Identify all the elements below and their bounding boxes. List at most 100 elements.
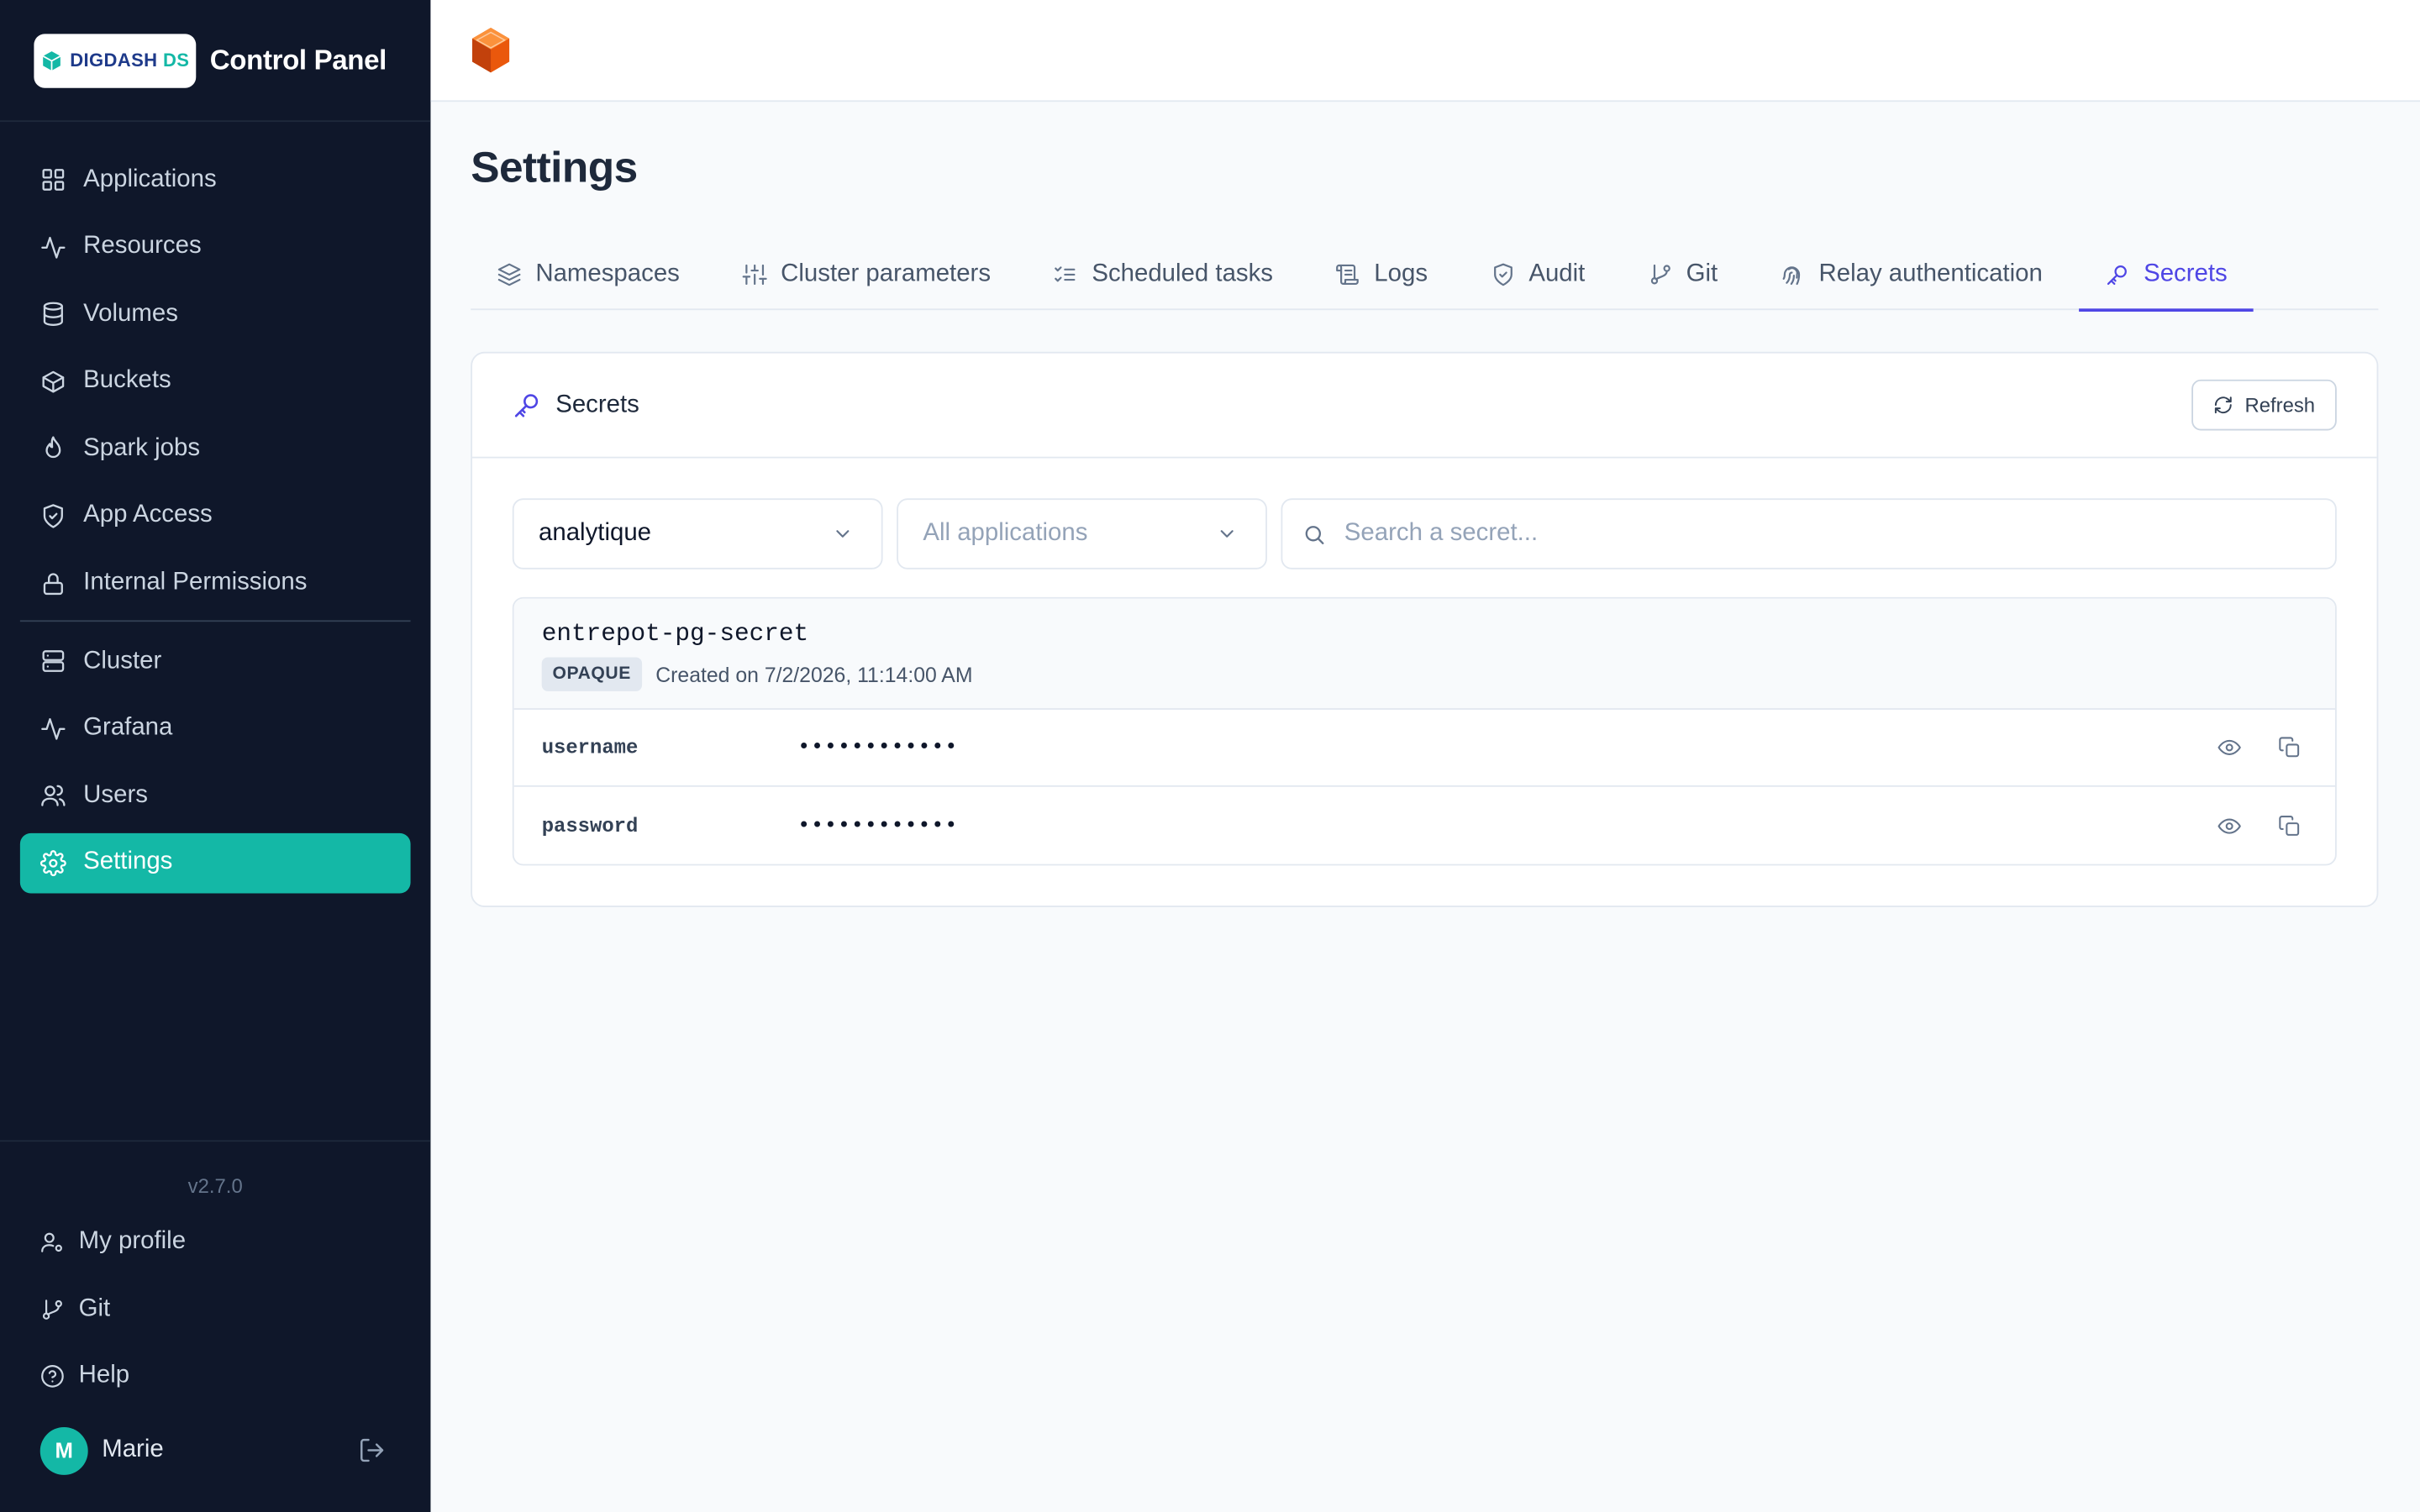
sidebar-item-buckets[interactable]: Buckets: [20, 351, 411, 412]
refresh-label: Refresh: [2244, 393, 2316, 417]
tab-secrets[interactable]: Secrets: [2078, 239, 2254, 312]
refresh-button[interactable]: Refresh: [2192, 379, 2337, 431]
sidebar-item-spark-jobs[interactable]: Spark jobs: [20, 418, 411, 479]
secrets-card: Secrets Refresh analytique All applicati…: [471, 351, 2379, 908]
sidebar-item-label: Internal Permissions: [83, 569, 308, 596]
database-icon: [43, 302, 63, 327]
sidebar-item-grafana[interactable]: Grafana: [20, 699, 411, 759]
box-icon: [42, 370, 65, 393]
user-name: Marie: [102, 1436, 164, 1463]
cube-brand-icon[interactable]: [469, 26, 512, 76]
sliders-icon: [742, 264, 767, 286]
search-input[interactable]: [1344, 519, 2335, 549]
chevron-down-icon: [836, 530, 850, 538]
sidebar-item-label: Cluster: [83, 647, 162, 675]
sidebar-item-label: App Access: [83, 501, 213, 529]
tab-label: Namespaces: [535, 260, 680, 287]
application-select-placeholder: All applications: [923, 519, 1088, 547]
sidebar-item-help[interactable]: Help: [20, 1346, 411, 1407]
sidebar-item-label: Grafana: [83, 714, 173, 742]
tab-scheduled-tasks[interactable]: Scheduled tasks: [1027, 239, 1299, 310]
shield-check-icon: [1493, 263, 1512, 286]
sidebar-item-cluster[interactable]: Cluster: [20, 632, 411, 692]
cube-logo-icon: [43, 50, 61, 71]
brand-header: DIGDASH DS Control Panel: [0, 0, 431, 123]
tab-namespaces[interactable]: Namespaces: [471, 239, 706, 310]
sidebar-item-label: Buckets: [83, 367, 171, 394]
secret-entry-masked-value: ••••••••••••: [797, 813, 959, 837]
filter-bar: analytique All applications: [472, 459, 2377, 570]
help-circle-icon: [41, 1365, 64, 1388]
sidebar-item-label: Users: [83, 781, 148, 809]
tab-label: Secrets: [2144, 260, 2228, 287]
brand-logo-text: DIGDASH DS: [70, 49, 190, 71]
logout-icon[interactable]: [358, 1436, 386, 1464]
user-gear-icon: [41, 1232, 62, 1252]
tab-label: Audit: [1528, 260, 1586, 287]
scroll-icon: [1336, 264, 1360, 286]
chevron-down-icon: [1220, 530, 1234, 538]
git-branch-icon: [42, 1299, 62, 1319]
sidebar-item-my-profile[interactable]: My profile: [20, 1211, 411, 1273]
search-icon: [1305, 525, 1324, 543]
secret-entry-actions: [2217, 814, 2301, 837]
secret-meta: OPAQUE Created on 7/2/2026, 11:14:00 AM: [541, 657, 2307, 691]
eye-icon[interactable]: [2217, 736, 2241, 759]
topbar: [430, 0, 2420, 102]
main-content: Settings Namespaces Cluster parameters S…: [430, 0, 2420, 1512]
secret-item: entrepot-pg-secret OPAQUE Created on 7/2…: [512, 596, 2337, 866]
secret-entry-key: password: [541, 813, 639, 837]
secret-entry-row: password ••••••••••••: [514, 787, 2335, 864]
tab-audit[interactable]: Audit: [1464, 239, 1611, 310]
secrets-card-header: Secrets Refresh: [472, 354, 2377, 459]
sidebar-item-label: Applications: [83, 165, 217, 192]
tab-cluster-parameters[interactable]: Cluster parameters: [716, 239, 1017, 310]
key-icon: [2107, 265, 2127, 286]
key-icon: [514, 394, 539, 417]
secret-type-badge: OPAQUE: [541, 657, 642, 691]
card-title: Secrets: [555, 391, 639, 417]
brand-logo[interactable]: DIGDASH DS: [34, 33, 197, 87]
secret-header: entrepot-pg-secret OPAQUE Created on 7/2…: [513, 598, 2335, 710]
tab-label: Logs: [1374, 260, 1428, 287]
sidebar-nav: Applications Resources Volumes Buckets S…: [0, 122, 430, 894]
secret-entry-key: username: [541, 736, 639, 759]
shield-icon: [43, 504, 63, 528]
secret-name: entrepot-pg-secret: [541, 620, 809, 648]
app-root: DIGDASH DS Control Panel Applications Re…: [0, 0, 2420, 1512]
sidebar-item-label: Settings: [83, 849, 173, 876]
sidebar-item-resources[interactable]: Resources: [20, 217, 411, 277]
sidebar-item-volumes[interactable]: Volumes: [20, 284, 411, 344]
sidebar-item-app-access[interactable]: App Access: [20, 486, 411, 547]
fingerprint-icon: [1783, 266, 1801, 286]
namespace-select-value: analytique: [539, 519, 652, 547]
sidebar: DIGDASH DS Control Panel Applications Re…: [0, 0, 431, 1512]
gear-icon: [39, 850, 66, 876]
tab-git[interactable]: Git: [1621, 239, 1744, 310]
current-user: M Marie: [20, 1420, 411, 1481]
sidebar-item-users[interactable]: Users: [20, 766, 411, 827]
sidebar-item-git[interactable]: Git: [20, 1278, 411, 1340]
tab-label: Git: [1686, 260, 1718, 287]
sidebar-item-internal-permissions[interactable]: Internal Permissions: [20, 554, 411, 614]
sidebar-item-label: Git: [78, 1294, 111, 1322]
tab-label: Relay authentication: [1818, 260, 2043, 287]
namespace-select[interactable]: analytique: [512, 498, 883, 570]
tab-logs[interactable]: Logs: [1309, 239, 1454, 310]
copy-icon[interactable]: [2278, 736, 2302, 759]
sidebar-item-label: My profile: [78, 1228, 187, 1255]
lock-icon: [43, 572, 63, 595]
refresh-icon: [2215, 396, 2233, 414]
tab-label: Cluster parameters: [781, 260, 992, 287]
avatar[interactable]: M: [39, 1426, 88, 1475]
flame-icon: [45, 437, 61, 459]
secret-created-date: Created on 7/2/2026, 11:14:00 AM: [655, 662, 973, 686]
secret-entry-masked-value: ••••••••••••: [797, 736, 959, 759]
sidebar-item-settings[interactable]: Settings: [19, 832, 411, 894]
sidebar-item-applications[interactable]: Applications: [20, 150, 411, 210]
eye-icon[interactable]: [2217, 814, 2241, 837]
tab-relay-authentication[interactable]: Relay authentication: [1754, 239, 2069, 310]
server-icon: [42, 650, 65, 673]
copy-icon[interactable]: [2278, 814, 2302, 837]
application-select[interactable]: All applications: [897, 498, 1267, 570]
